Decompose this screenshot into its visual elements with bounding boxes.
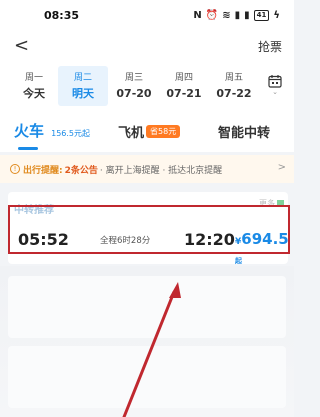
transfer-recommendation-card[interactable]: 中转推荐 更多 05:52 全程6时28分 12:20 ¥694.5起 bbox=[8, 192, 290, 267]
alarm-icon: ⏰ bbox=[205, 9, 219, 21]
wifi-icon: ≋ bbox=[222, 9, 231, 21]
signal-icon: ▮ bbox=[234, 9, 241, 21]
price-suffix: 起 bbox=[235, 257, 242, 265]
tab-train[interactable]: 火车 156.5元起 bbox=[14, 120, 90, 141]
date-label: 07-22 bbox=[216, 87, 252, 100]
date-label: 07-20 bbox=[116, 87, 152, 100]
blurred-result-block bbox=[8, 346, 286, 408]
transport-mode-tabs: 火车 156.5元起 飞机 省58元 智能中转 bbox=[0, 112, 294, 152]
date-label: 明天 bbox=[72, 87, 94, 100]
status-icons: N ⏰ ≋ ▮ ▮ 41 ϟ bbox=[193, 9, 280, 21]
tab-active-indicator bbox=[18, 147, 38, 150]
tab-plane[interactable]: 飞机 省58元 bbox=[118, 122, 181, 141]
date-strip: 周一 今天 周二 明天 周三 07-20 周四 07-21 周五 07-22 ⌄ bbox=[0, 62, 294, 112]
date-item-0[interactable]: 周一 今天 bbox=[9, 66, 59, 106]
grab-ticket-button[interactable]: 抢票 bbox=[258, 38, 282, 55]
date-item-4[interactable]: 周五 07-22 bbox=[209, 66, 259, 106]
back-button[interactable]: < bbox=[14, 36, 29, 56]
info-icon: ! bbox=[10, 164, 20, 174]
ticket-price: ¥694.5起 bbox=[235, 229, 289, 267]
date-item-3[interactable]: 周四 07-21 bbox=[159, 66, 209, 106]
date-weekday: 周一 bbox=[24, 73, 43, 83]
depart-time: 05:52 bbox=[18, 230, 69, 249]
calendar-button[interactable]: ⌄ bbox=[264, 74, 286, 98]
date-label: 07-21 bbox=[166, 87, 202, 100]
trip-duration: 全程6时28分 bbox=[100, 236, 151, 246]
notice-text: · 离开上海提醒 · 抵达北京提醒 bbox=[99, 165, 223, 176]
arrive-time: 12:20 bbox=[184, 230, 235, 249]
tab-train-price: 156.5元起 bbox=[51, 129, 91, 138]
tab-smart-transfer[interactable]: 智能中转 bbox=[218, 122, 270, 141]
blurred-result-block bbox=[8, 276, 286, 338]
notice-label: 出行提醒: bbox=[23, 165, 63, 176]
nfc-icon: N bbox=[193, 9, 202, 21]
date-weekday: 周二 bbox=[73, 73, 92, 83]
date-item-1[interactable]: 周二 明天 bbox=[58, 66, 108, 106]
tab-plane-label: 飞机 bbox=[118, 126, 145, 141]
date-weekday: 周三 bbox=[124, 73, 143, 83]
charging-icon: ϟ bbox=[273, 9, 280, 21]
tab-train-label: 火车 bbox=[14, 122, 45, 140]
chevron-down-icon: ⌄ bbox=[272, 88, 278, 96]
date-weekday: 周五 bbox=[224, 73, 243, 83]
chevron-right-icon: > bbox=[277, 162, 286, 173]
date-weekday: 周四 bbox=[174, 73, 193, 83]
plane-discount-badge: 省58元 bbox=[146, 125, 181, 138]
battery-icon: 41 bbox=[253, 9, 270, 21]
status-bar: 08:35 N ⏰ ≋ ▮ ▮ 41 ϟ bbox=[0, 0, 294, 30]
nav-bar: < 抢票 bbox=[0, 30, 294, 62]
signal-icon-2: ▮ bbox=[244, 9, 250, 21]
blurred-results-area bbox=[0, 266, 294, 417]
status-time: 08:35 bbox=[44, 8, 80, 22]
price-amount: 694.5 bbox=[241, 230, 289, 248]
travel-notice-bar[interactable]: ! 出行提醒: 2条公告 · 离开上海提醒 · 抵达北京提醒 > bbox=[0, 155, 294, 183]
date-label: 今天 bbox=[23, 87, 45, 100]
notice-count: 2条公告 bbox=[64, 165, 98, 176]
calendar-icon bbox=[268, 75, 282, 88]
date-item-2[interactable]: 周三 07-20 bbox=[109, 66, 159, 106]
